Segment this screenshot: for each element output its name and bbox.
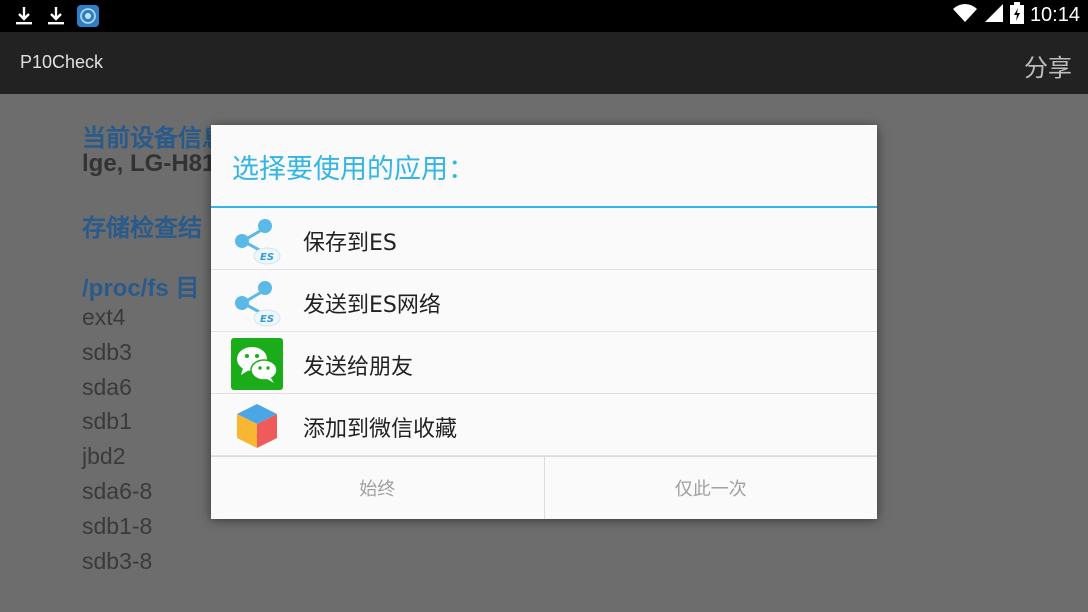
procfs-item: sda6-8 bbox=[82, 478, 153, 504]
list-item-label: 添加到微信收藏 bbox=[303, 417, 458, 442]
list-item-send-to-es-network[interactable]: ES 发送到ES网络 bbox=[211, 270, 877, 332]
always-button[interactable]: 始终 bbox=[211, 457, 544, 519]
list-item-label: 发送到ES网络 bbox=[303, 293, 441, 318]
app-notification-icon bbox=[76, 4, 100, 28]
svg-text:ES: ES bbox=[260, 314, 274, 325]
list-item-label: 保存到ES bbox=[303, 231, 397, 256]
list-item-add-to-wechat-favorites[interactable]: 添加到微信收藏 bbox=[211, 394, 877, 456]
procfs-item: sdb1 bbox=[82, 408, 132, 434]
procfs-item: ext4 bbox=[82, 304, 126, 330]
svg-text:ES: ES bbox=[260, 252, 274, 263]
download-icon bbox=[12, 4, 36, 28]
status-bar: 10:14 bbox=[0, 0, 1088, 32]
action-bar: P10Check 分享 bbox=[0, 32, 1088, 94]
es-share-icon: ES bbox=[231, 214, 283, 266]
procfs-item: sdb3 bbox=[82, 339, 132, 365]
just-once-button[interactable]: 仅此一次 bbox=[543, 457, 877, 519]
battery-charging-icon bbox=[1009, 2, 1024, 28]
procfs-heading: /proc/fs 目 bbox=[82, 275, 200, 302]
clock: 10:14 bbox=[1029, 3, 1080, 26]
device-info-heading: 当前设备信息 bbox=[82, 125, 226, 152]
procfs-item: sdb3-8 bbox=[82, 548, 153, 574]
storage-check-heading: 存储检查结 bbox=[82, 215, 202, 242]
wechat-icon bbox=[231, 338, 283, 390]
download-icon bbox=[44, 4, 68, 28]
device-info-value: lge, LG-H81 bbox=[82, 150, 216, 177]
app-list: ES 保存到ES ES 发送到ES网络 发送给朋友 添加到微信收藏 bbox=[211, 208, 877, 456]
es-share-icon: ES bbox=[231, 276, 283, 328]
dialog-title: 选择要使用的应用： bbox=[232, 154, 475, 185]
procfs-item: jbd2 bbox=[82, 443, 126, 469]
list-item-save-to-es[interactable]: ES 保存到ES bbox=[211, 208, 877, 270]
share-button[interactable]: 分享 bbox=[1024, 48, 1072, 83]
wifi-icon bbox=[952, 3, 978, 27]
wechat-favorites-cube-icon bbox=[231, 400, 283, 452]
procfs-item: sdb1-8 bbox=[82, 513, 153, 539]
procfs-item: sda6 bbox=[82, 374, 132, 400]
signal-icon bbox=[984, 3, 1004, 27]
app-title: P10Check bbox=[20, 52, 104, 72]
list-item-send-to-friend[interactable]: 发送给朋友 bbox=[211, 332, 877, 394]
list-item-label: 发送给朋友 bbox=[303, 355, 414, 380]
app-chooser-dialog: 选择要使用的应用： ES 保存到ES ES 发送到ES网络 发送给朋友 添加到微… bbox=[211, 125, 877, 519]
dialog-button-bar: 始终 仅此一次 bbox=[211, 456, 877, 519]
